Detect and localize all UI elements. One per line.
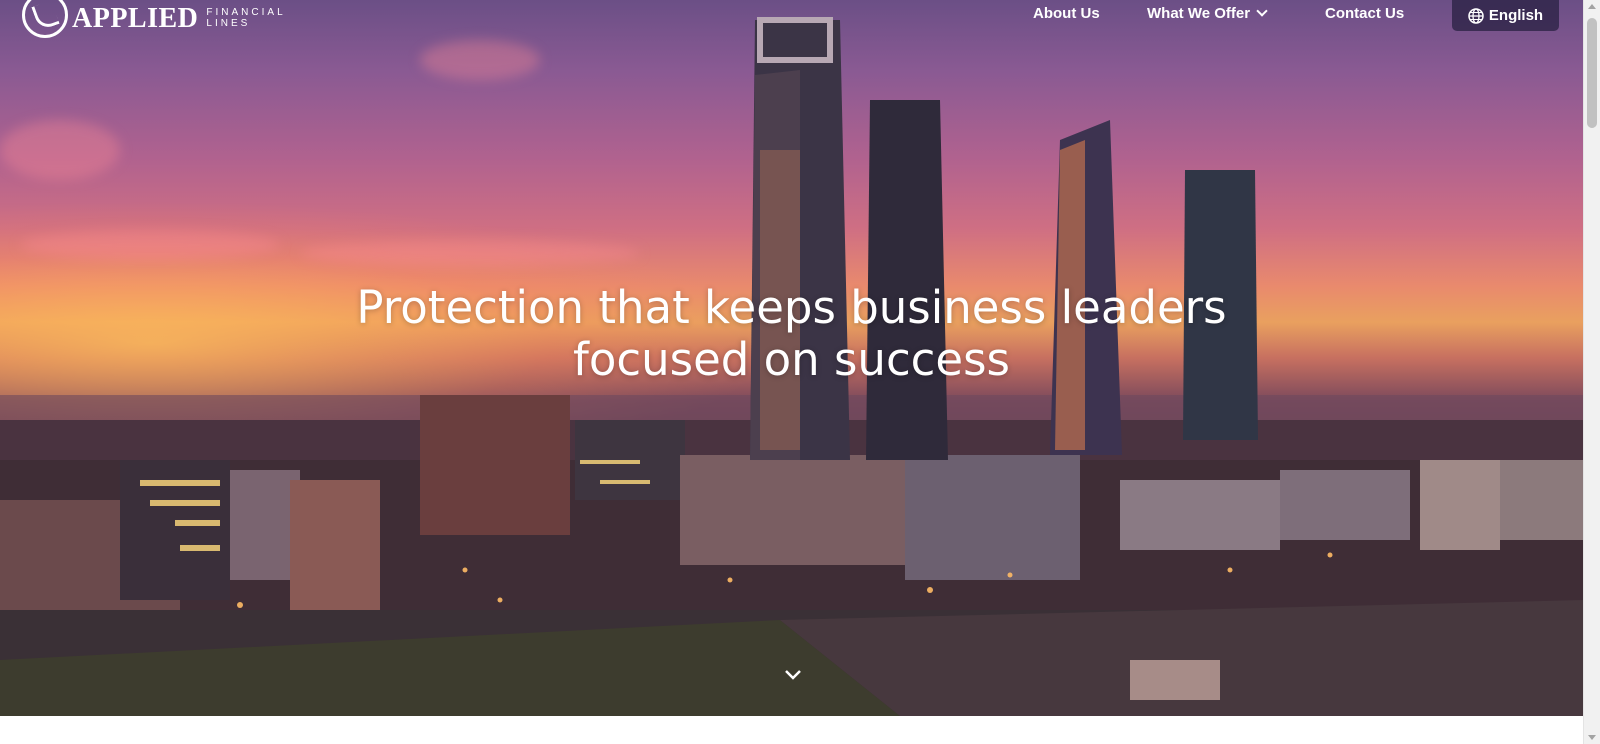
scrollbar-thumb[interactable] — [1587, 18, 1597, 128]
main-navigation: About Us What We Offer Contact Us Englis… — [0, 0, 1583, 31]
hero-headline-line2: focused on success — [572, 333, 1010, 386]
scroll-down-chevron-icon[interactable] — [783, 668, 803, 682]
vertical-scrollbar[interactable] — [1583, 0, 1600, 744]
page-content-start — [0, 716, 1583, 744]
scroll-down-arrow-icon[interactable] — [1588, 735, 1596, 740]
nav-contact-us-label: Contact Us — [1325, 4, 1405, 22]
hero-banner: APPLIED FINANCIAL LINES About Us What We… — [0, 0, 1583, 716]
chevron-down-icon — [1256, 5, 1268, 17]
nav-about-us[interactable]: About Us — [1033, 3, 1100, 23]
nav-what-we-offer-label: What We Offer — [1147, 4, 1251, 22]
hero-headline: Protection that keeps business leaders f… — [0, 282, 1583, 386]
globe-icon — [1468, 7, 1484, 24]
nav-about-us-label: About Us — [1033, 4, 1100, 22]
language-label: English — [1488, 7, 1544, 24]
nav-what-we-offer[interactable]: What We Offer — [1147, 3, 1268, 23]
hero-headline-line1: Protection that keeps business leaders — [356, 281, 1227, 334]
nav-contact-us[interactable]: Contact Us — [1325, 3, 1404, 23]
language-selector-button[interactable]: English — [1452, 0, 1559, 31]
scroll-up-arrow-icon[interactable] — [1588, 4, 1596, 9]
